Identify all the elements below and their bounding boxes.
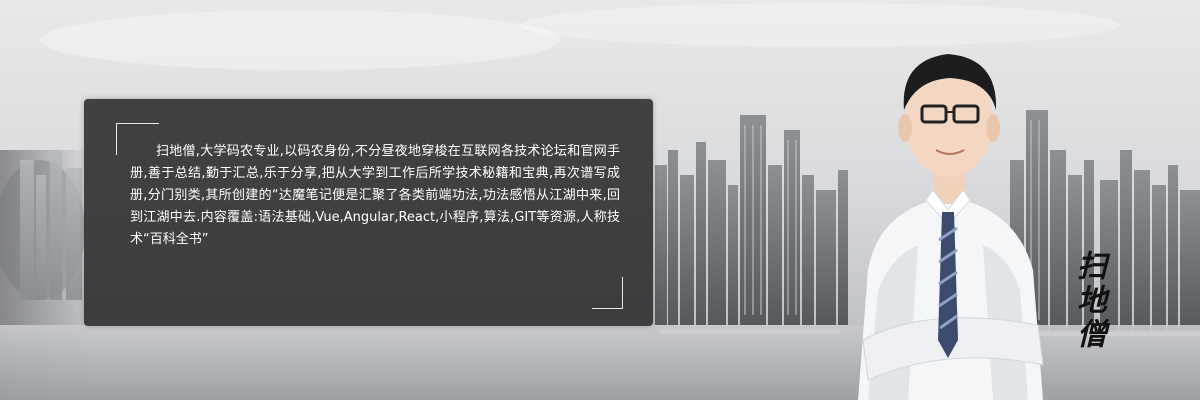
bracket-corner-icon xyxy=(592,277,623,309)
profile-banner: 扫地僧,大学码农专业,以码农身份,不分昼夜地穿梭在互联网各技术论坛和官网手册,善… xyxy=(0,0,1200,400)
portrait-photo xyxy=(858,54,1044,400)
bio-text: 扫地僧,大学码农专业,以码农身份,不分昼夜地穿梭在互联网各技术论坛和官网手册,善… xyxy=(130,144,620,247)
signature-name: 扫地僧 xyxy=(1071,250,1106,352)
